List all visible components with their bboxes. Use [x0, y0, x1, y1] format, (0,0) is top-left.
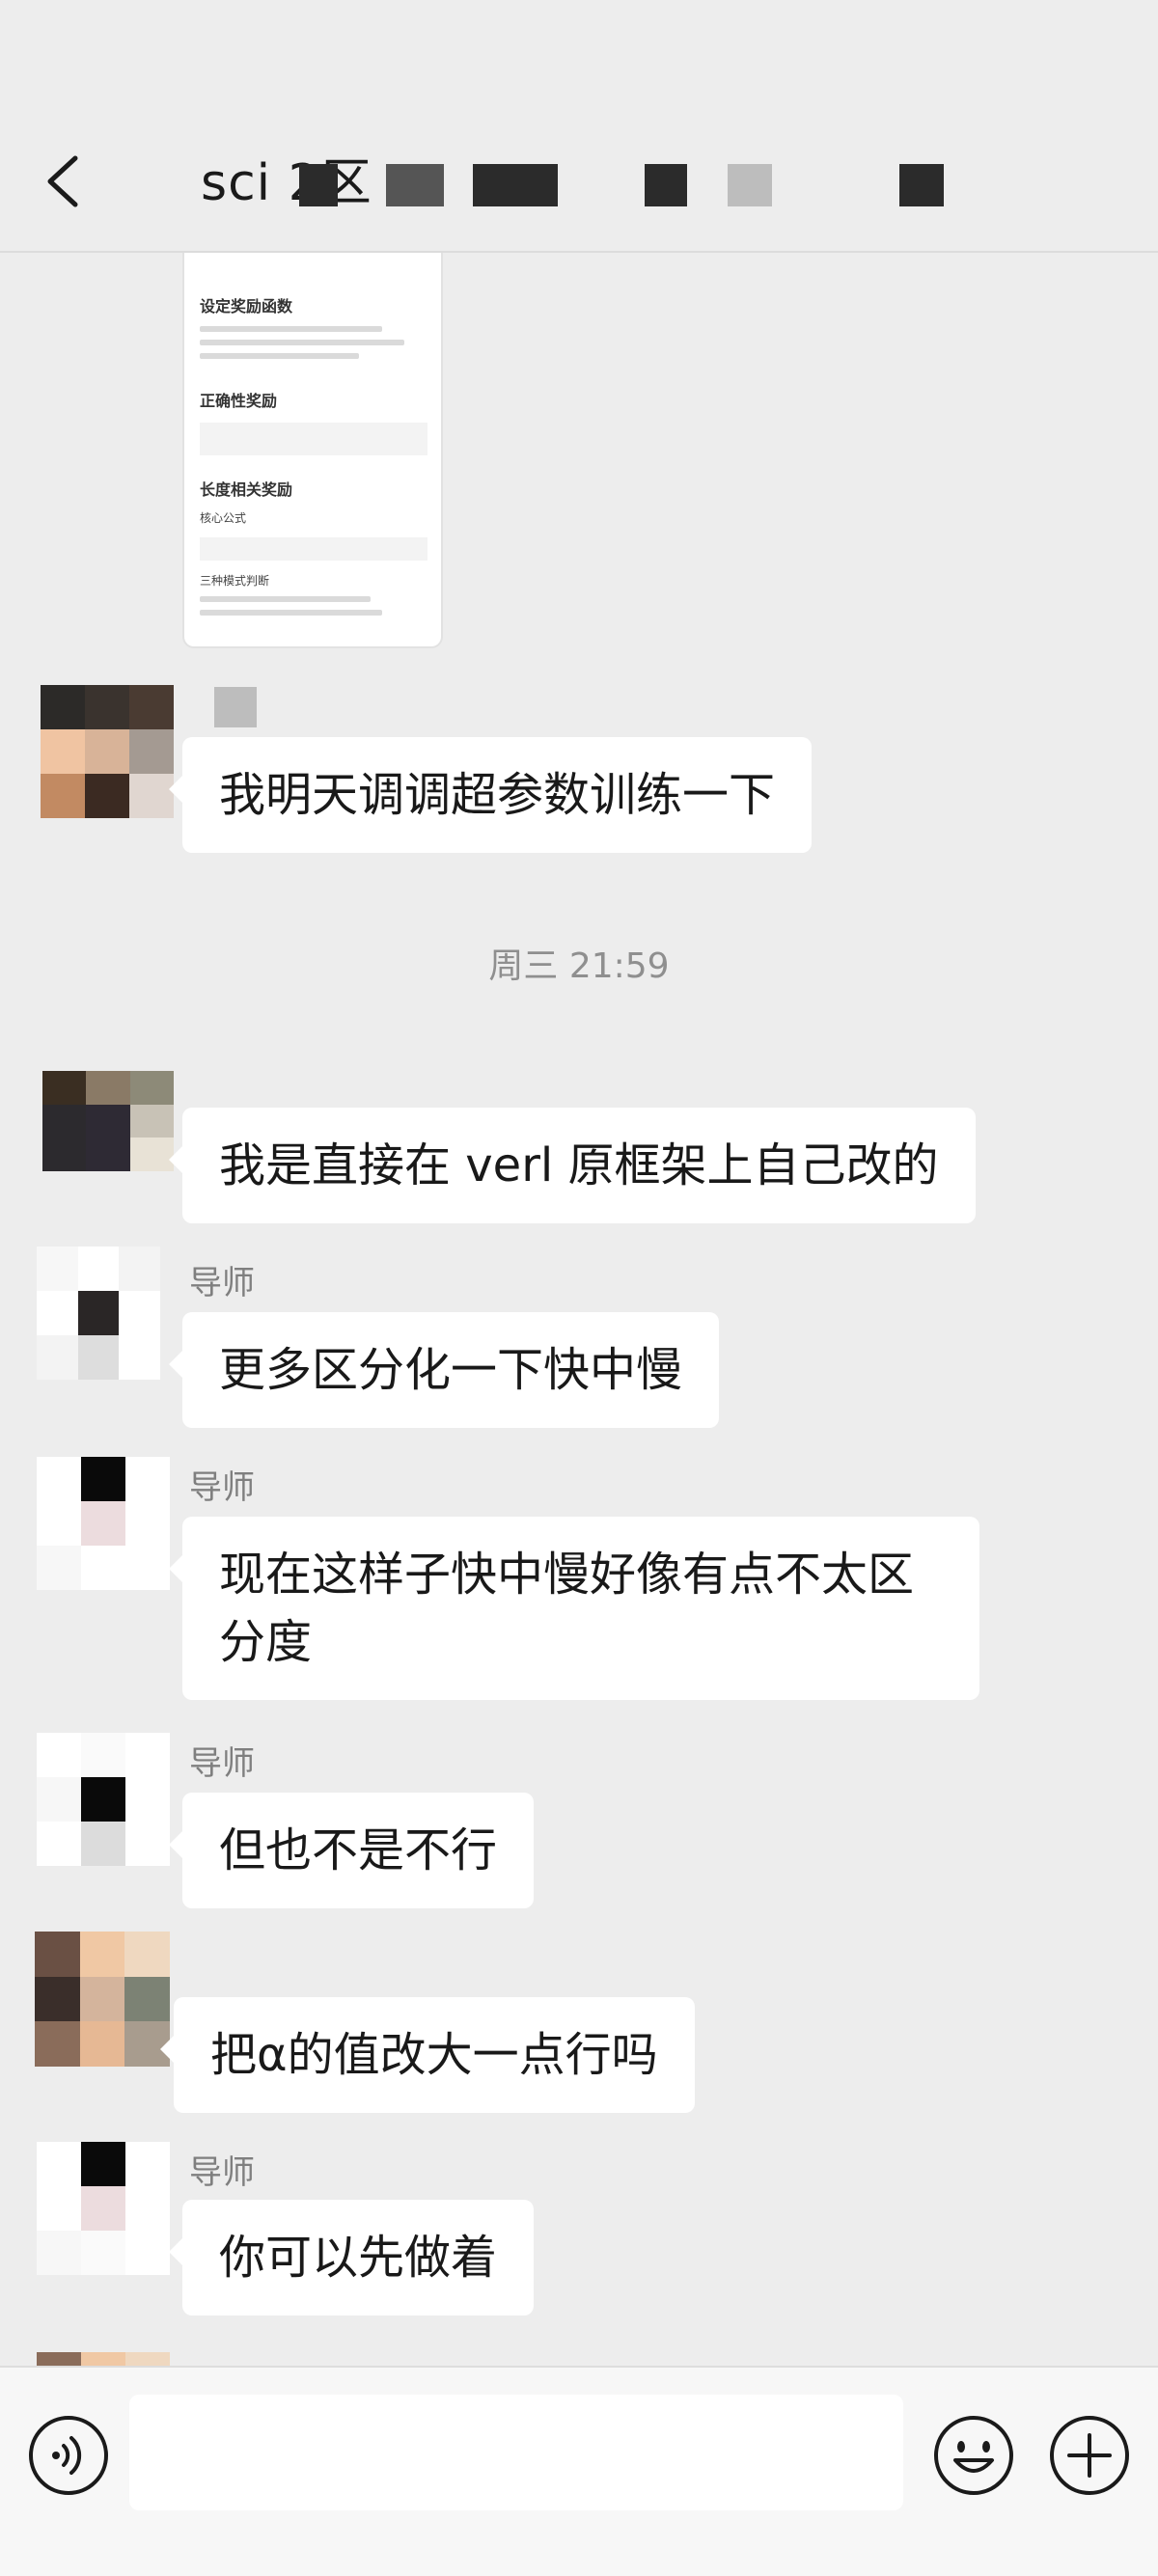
chat-header: sci 2区	[0, 0, 1158, 253]
avatar[interactable]	[37, 1247, 160, 1380]
avatar[interactable]	[35, 1932, 170, 2067]
emoji-icon[interactable]	[932, 2414, 1015, 2497]
avatar[interactable]	[37, 1733, 170, 1866]
input-bar	[0, 2366, 1158, 2576]
shared-image-subheading: 三种模式判断	[200, 574, 270, 588]
sender-name: 导师	[189, 1264, 255, 1302]
shared-image-heading: 正确性奖励	[200, 392, 278, 410]
message-bubble[interactable]: 我是直接在 verl 原框架上自己改的	[169, 1108, 976, 1223]
redacted-title-block	[473, 164, 558, 206]
redacted-name-block	[214, 687, 257, 727]
message-input[interactable]	[129, 2395, 903, 2510]
timestamp: 周三 21:59	[488, 946, 670, 986]
avatar[interactable]	[41, 685, 174, 818]
redacted-title-block	[728, 164, 772, 206]
shared-image-subheading: 核心公式	[200, 511, 247, 525]
redacted-title-block	[899, 164, 944, 206]
message-bubble[interactable]: 现在这样子快中慢好像有点不太区分度	[169, 1517, 979, 1700]
avatar[interactable]	[37, 1457, 170, 1590]
redacted-title-block	[386, 164, 444, 206]
shared-image-message[interactable]: 设定奖励函数 正确性奖励 长度相关奖励 核心公式 三种模式判断	[182, 253, 443, 648]
message-bubble[interactable]: 你可以先做着	[168, 2200, 535, 2316]
sender-name: 导师	[189, 1468, 255, 1507]
sender-name: 导师	[189, 2153, 255, 2192]
avatar[interactable]	[37, 2142, 170, 2275]
message-list[interactable]: 设定奖励函数 正确性奖励 长度相关奖励 核心公式 三种模式判断 我明天调调超参数…	[0, 253, 1158, 2366]
shared-image-heading: 设定奖励函数	[200, 297, 293, 315]
message-bubble[interactable]: 把α的值改大一点行吗	[160, 1997, 695, 2113]
chevron-left-icon[interactable]	[42, 154, 85, 208]
message-bubble[interactable]: 更多区分化一下快中慢	[168, 1312, 720, 1428]
voice-icon[interactable]	[27, 2414, 110, 2497]
message-bubble[interactable]: 但也不是不行	[168, 1793, 535, 1908]
message-bubble[interactable]: 我明天调调超参数训练一下	[168, 737, 813, 853]
sender-name: 导师	[189, 1744, 255, 1783]
redacted-title-block	[299, 164, 338, 206]
plus-icon[interactable]	[1048, 2414, 1131, 2497]
redacted-title-block	[645, 164, 687, 206]
avatar[interactable]	[42, 1071, 174, 1171]
chat-title: sci 2区	[201, 154, 372, 212]
avatar[interactable]	[37, 2352, 170, 2366]
shared-image-heading: 长度相关奖励	[200, 480, 293, 499]
